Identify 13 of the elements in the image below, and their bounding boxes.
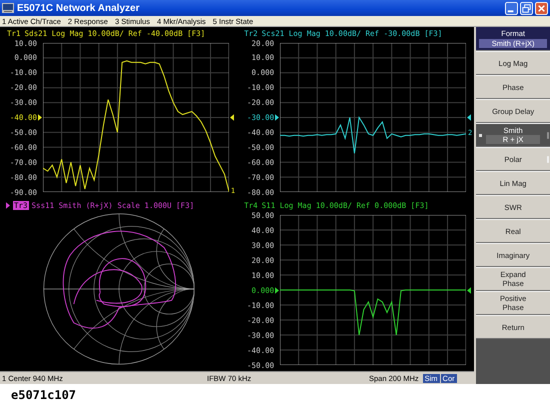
minimize-icon[interactable] bbox=[505, 2, 518, 14]
reference-marker-icon bbox=[275, 286, 280, 294]
reference-marker-icon bbox=[230, 114, 234, 121]
reference-marker-icon bbox=[467, 286, 472, 294]
app-icon bbox=[2, 3, 14, 13]
close-icon[interactable] bbox=[535, 2, 548, 14]
reference-marker-icon bbox=[467, 114, 472, 121]
active-trace-marker-icon bbox=[6, 202, 10, 208]
window-title: E5071C Network Analyzer bbox=[17, 2, 140, 14]
figure-caption: e5071c107 bbox=[11, 388, 76, 402]
reference-marker-icon bbox=[38, 114, 42, 121]
restore-icon[interactable] bbox=[520, 2, 533, 14]
reference-marker-icon bbox=[275, 114, 280, 121]
